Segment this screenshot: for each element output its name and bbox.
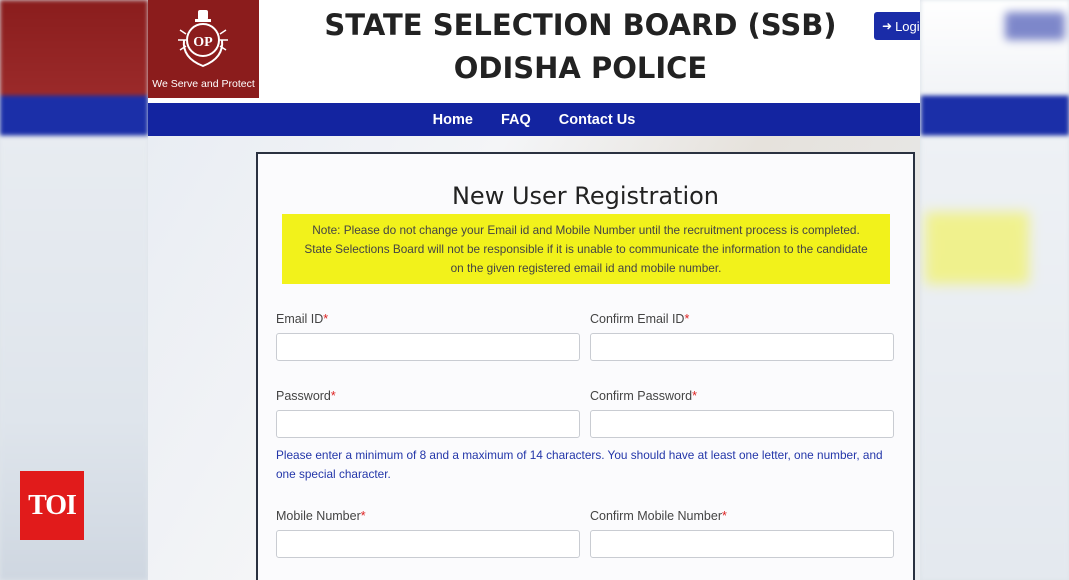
- mobile-label: Mobile Number*: [276, 509, 366, 523]
- nav-item-faq[interactable]: FAQ: [487, 112, 545, 128]
- blurred-button: [1005, 12, 1065, 40]
- notice-line-2: State Selections Board will not be respo…: [304, 242, 868, 256]
- notice-line-3: on the given registered email id and mob…: [450, 261, 722, 275]
- mobile-label-text: Mobile Number: [276, 509, 361, 523]
- password-hint-line-1: Please enter a minimum of 8 and a maximu…: [276, 448, 883, 462]
- page-subtitle: ODISHA POLICE: [453, 51, 708, 85]
- required-marker: *: [684, 312, 690, 326]
- email-label-text: Email ID: [276, 312, 324, 326]
- login-button[interactable]: ➜ Logi: [874, 12, 920, 40]
- password-input[interactable]: [276, 410, 580, 438]
- registration-card: New User Registration Note: Please do no…: [256, 152, 915, 580]
- nav-item-contact-us[interactable]: Contact Us: [545, 112, 650, 128]
- logo-motto: We Serve and Protect: [152, 78, 255, 90]
- notice-line-1: Note: Please do not change your Email id…: [312, 223, 860, 237]
- confirm-mobile-input[interactable]: [590, 530, 894, 558]
- top-navigation: Home FAQ Contact Us: [148, 103, 920, 136]
- page-panel: OP We Serve and Protect STATE SELECTION …: [148, 0, 920, 580]
- confirm-mobile-label: Confirm Mobile Number*: [590, 509, 727, 523]
- confirm-email-input[interactable]: [590, 333, 894, 361]
- odisha-police-logo: OP We Serve and Protect: [148, 0, 259, 98]
- confirm-password-label: Confirm Password*: [590, 389, 697, 403]
- required-marker: *: [323, 312, 329, 326]
- password-label: Password*: [276, 389, 336, 403]
- police-emblem-icon: OP: [178, 10, 228, 68]
- toi-badge: TOI: [20, 471, 84, 540]
- password-hint-line-2: one special character.: [276, 467, 391, 481]
- confirm-password-input[interactable]: [590, 410, 894, 438]
- password-hint: Please enter a minimum of 8 and a maximu…: [276, 446, 901, 484]
- sign-in-icon: ➜: [882, 19, 893, 33]
- password-label-text: Password: [276, 389, 331, 403]
- nav-item-home[interactable]: Home: [419, 112, 487, 128]
- confirm-email-label: Confirm Email ID*: [590, 312, 689, 326]
- site-header: OP We Serve and Protect STATE SELECTION …: [148, 0, 920, 102]
- form-title: New User Registration: [451, 182, 720, 210]
- required-marker: *: [692, 389, 697, 403]
- blurred-background-right: [921, 0, 1069, 580]
- blurred-note: [925, 212, 1029, 284]
- login-button-label: Logi: [895, 18, 920, 34]
- confirm-email-label-text: Confirm Email ID: [590, 312, 685, 326]
- mobile-input[interactable]: [276, 530, 580, 558]
- page-title: STATE SELECTION BOARD (SSB): [324, 8, 837, 42]
- confirm-password-label-text: Confirm Password: [590, 389, 693, 403]
- required-marker: *: [360, 509, 366, 523]
- email-input[interactable]: [276, 333, 580, 361]
- email-label: Email ID*: [276, 312, 328, 326]
- required-marker: *: [330, 389, 336, 403]
- notice-banner: Note: Please do not change your Email id…: [282, 214, 890, 284]
- confirm-mobile-label-text: Confirm Mobile Number: [590, 509, 722, 523]
- svg-text:OP: OP: [193, 35, 213, 50]
- required-marker: *: [721, 509, 727, 523]
